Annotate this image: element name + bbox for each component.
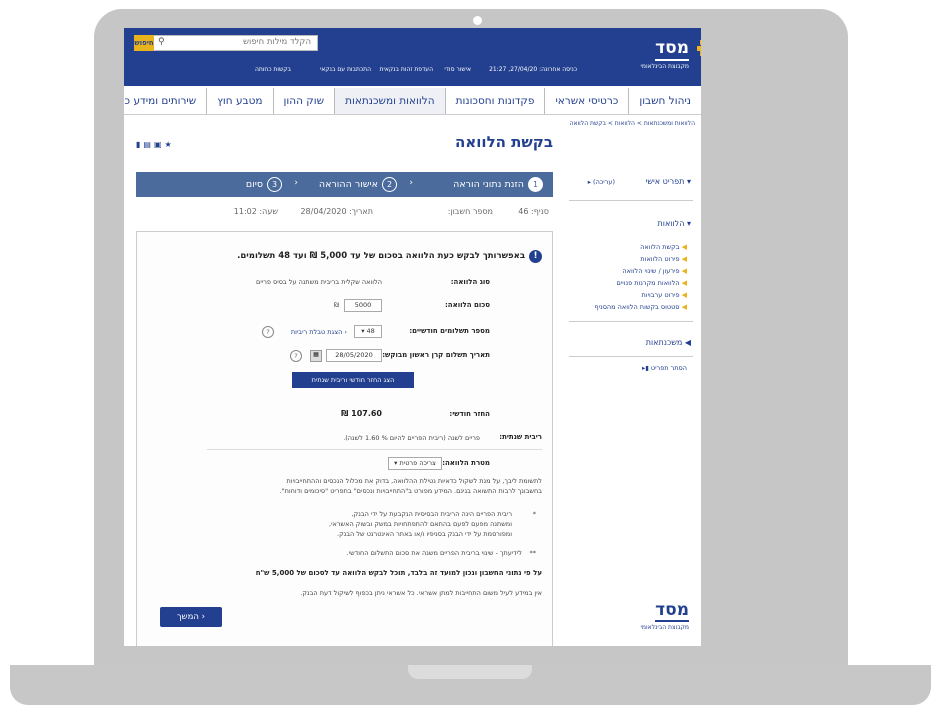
bank-logo[interactable]: מסד מקבוצת הבינלאומי bbox=[640, 38, 701, 70]
fyi-note: לידיעתך - שינוי בריבית הפריים משנה את סכ… bbox=[346, 549, 522, 557]
logo-subtitle: מקבוצת הבינלאומי bbox=[640, 63, 689, 70]
loan-type-value: הלוואה שקלית בריבית משתנה על בסיס פריים bbox=[256, 278, 382, 286]
last-login: כניסה אחרונה: 27/04/20, 21:27 bbox=[489, 66, 577, 73]
help-icon[interactable]: ? bbox=[290, 350, 302, 362]
show-monthly-payment-button[interactable]: הצג החזר חודשי וריבית שנתית bbox=[292, 372, 414, 388]
amount-label: סכום הלוואה: bbox=[445, 301, 490, 309]
monthly-payment-label: החזר חודשי: bbox=[449, 410, 490, 418]
eligibility-headline: !באפשרותך לבקש כעת הלוואה בסכום של עד 5,… bbox=[237, 250, 542, 263]
eligibility-note: על פי נתוני החשבון ונכון למועד זה בלבד, … bbox=[255, 569, 542, 577]
sidebar-loan-item-request[interactable]: ◀ בקשת הלוואה bbox=[640, 243, 687, 251]
disclaimer: אין במידע לעיל משום התחייבות למתן אשראי.… bbox=[300, 589, 542, 597]
bank-logo-bottom: מסד מקבוצת הבינלאומי bbox=[641, 600, 689, 631]
sidebar-loan-item-details[interactable]: ◀ פירוט הלוואות bbox=[640, 255, 687, 263]
sidebar-item-loans[interactable]: ▾ הלוואות bbox=[658, 219, 691, 228]
webcam bbox=[473, 16, 482, 25]
sidebar-loan-item-status[interactable]: ◀ סטטוס בקשות הלוואה מהסניף bbox=[595, 303, 688, 311]
main-nav: ניהול חשבון כרטיסי אשראי פקדונות וחסכונו… bbox=[124, 88, 701, 115]
sidebar-divider bbox=[569, 200, 693, 201]
laptop-notch bbox=[408, 665, 532, 679]
annual-rate-label: ריבית שנתית: bbox=[499, 433, 542, 441]
prime-note-3: ומפורסמת על ידי הבנק בסניפיו ו/או באתר ה… bbox=[337, 530, 512, 538]
sidebar-loan-item-guarantees[interactable]: ◀ פירוט ערבויות bbox=[642, 291, 687, 299]
current-date: תאריך: 28/04/2020 bbox=[300, 207, 373, 216]
first-payment-label: תאריך תשלום קרן ראשון מבוקש: bbox=[382, 351, 490, 359]
next-button[interactable]: ‹ המשך bbox=[160, 607, 222, 627]
sidebar-divider bbox=[569, 321, 693, 322]
header-link-secure[interactable]: אישור סודי bbox=[444, 66, 471, 73]
current-time: שעה: 11:02 bbox=[233, 207, 278, 216]
branch-info: סניף: 46 bbox=[518, 207, 549, 216]
asterisk-icon: * bbox=[532, 510, 536, 518]
sidebar-hide-menu[interactable]: הסתר תפריט ▮▸ bbox=[642, 364, 687, 372]
purpose-label: מטרת הלוואה: bbox=[442, 459, 490, 467]
tab-loans[interactable]: הלוואות ומשכנתאות bbox=[334, 88, 445, 114]
purpose-select[interactable]: צריכה פרטית ▾ bbox=[388, 457, 442, 470]
sidebar-loan-item-repay[interactable]: ◀ פירעון / שינוי הלוואה bbox=[622, 267, 687, 275]
sidebar: ▾ תפריט אישי (עריכה) ▸ ▾ הלוואות ◀ בקשת … bbox=[551, 166, 701, 646]
browser-screen: מסד מקבוצת הבינלאומי הקלד מילות חיפוש חי… bbox=[124, 28, 701, 646]
step-3: 3סיום bbox=[246, 177, 282, 192]
logo-text: מסד bbox=[655, 38, 689, 61]
prime-note-2: ומשתנה מפעם לפעם בהתאם להתפתחויות במשק ו… bbox=[329, 520, 512, 528]
search-icon: ⚲ bbox=[158, 37, 165, 47]
tab-services[interactable]: שירותים ומידע כללי bbox=[124, 88, 206, 114]
page-tools: ▮▤▣★ bbox=[136, 140, 175, 149]
step-arrow-icon: ‹ bbox=[409, 178, 413, 188]
process-stepper: 1הזנת נתוני הוראה ‹ 2אישור ההוראה ‹ 3סיו… bbox=[136, 172, 553, 197]
star-icon[interactable]: ★ bbox=[165, 140, 175, 149]
tab-foreign-currency[interactable]: מטבע חוץ bbox=[206, 88, 272, 114]
note-line-2: בחשבונך לרבות התשואה בגינם. המידע מפורט … bbox=[279, 487, 542, 495]
tab-account[interactable]: ניהול חשבון bbox=[628, 88, 701, 114]
tab-deposits[interactable]: פקדונות וחסכונות bbox=[444, 88, 545, 114]
annual-rate-value: פריים לשנה (ריבית הפריים להיום % 1.60 לש… bbox=[343, 434, 480, 442]
sidebar-divider bbox=[569, 356, 693, 357]
search-placeholder: הקלד מילות חיפוש bbox=[243, 37, 311, 47]
sidebar-item-mortgages[interactable]: ◀ משכנתאות bbox=[646, 338, 691, 347]
info-icon: ! bbox=[529, 250, 542, 263]
sidebar-profile-edit[interactable]: (עריכה) ▸ bbox=[588, 178, 615, 186]
save-icon[interactable]: ▣ bbox=[154, 140, 165, 149]
breadcrumb[interactable]: הלוואות ומשכנתאות > הלוואות > בקשת הלווא… bbox=[570, 120, 695, 127]
page-title: בקשת הלוואה bbox=[455, 133, 553, 151]
logo-mark-icon bbox=[695, 40, 701, 56]
top-bar: מסד מקבוצת הבינלאומי הקלד מילות חיפוש חי… bbox=[124, 28, 701, 86]
account-number: מספר חשבון: bbox=[447, 207, 493, 216]
divider bbox=[207, 449, 542, 450]
help-icon[interactable]: ? bbox=[262, 326, 274, 338]
search-button[interactable]: חיפוש bbox=[134, 35, 154, 51]
prime-note-1: ריבית הפריים הינה הריבית הבסיסית הנקבעת … bbox=[351, 510, 512, 518]
loan-form: !באפשרותך לבקש כעת הלוואה בסכום של עד 5,… bbox=[136, 231, 553, 646]
account-bar: סניף: 46 מספר חשבון: תאריך: 28/04/2020 ש… bbox=[136, 203, 553, 221]
monthly-payment-value: 107.60 ₪ bbox=[341, 409, 382, 418]
first-payment-date-input[interactable]: 28/05/2020 bbox=[326, 349, 382, 362]
step-1: 1הזנת נתוני הוראה bbox=[453, 177, 543, 192]
calendar-icon[interactable]: ▦ bbox=[310, 350, 322, 362]
payments-label: מספר תשלומים חודשיים: bbox=[409, 327, 490, 335]
step-2: 2אישור ההוראה bbox=[319, 177, 397, 192]
currency-symbol: ₪ bbox=[333, 301, 339, 309]
tab-capital-market[interactable]: שוק ההון bbox=[272, 88, 335, 114]
logo-subtitle: מקבוצת הבינלאומי bbox=[640, 624, 689, 631]
sidebar-loan-item-funds[interactable]: ◀ הלוואות מקרנות פנויים bbox=[617, 279, 687, 287]
sidebar-item-profile[interactable]: ▾ תפריט אישי bbox=[646, 177, 691, 186]
amount-input[interactable]: 5000 bbox=[344, 299, 382, 312]
loan-type-label: סוג הלוואה: bbox=[450, 278, 490, 286]
logo-text: מסד bbox=[655, 600, 689, 622]
header-link-identity[interactable]: העדפת זהות בנקאית bbox=[380, 66, 433, 73]
rate-table-link[interactable]: ‹ הצגת טבלת ריביות bbox=[291, 328, 347, 336]
payments-select[interactable]: 48 ▾ bbox=[354, 325, 382, 338]
double-asterisk-icon: ** bbox=[529, 549, 537, 557]
header-link-messages[interactable]: התכתבות עם בנקאי bbox=[320, 66, 371, 73]
step-arrow-icon: ‹ bbox=[294, 178, 298, 188]
note-line-1: לתשומת ליבך, על מנת לשקול כדאיות נטילת ה… bbox=[286, 477, 542, 485]
email-icon[interactable]: ▤ bbox=[143, 140, 154, 149]
header-link-requests[interactable]: בקשות כחותה bbox=[255, 66, 291, 73]
tab-credit-cards[interactable]: כרטיסי אשראי bbox=[544, 88, 628, 114]
